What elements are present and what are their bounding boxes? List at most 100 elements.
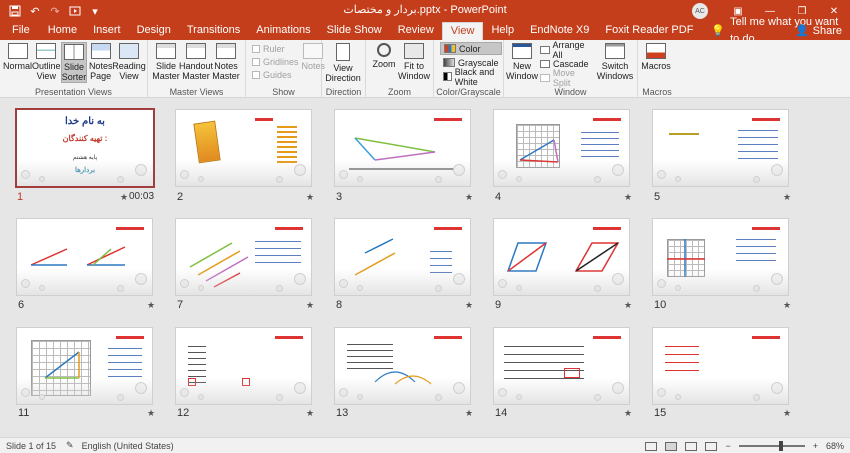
slide-thumbnail-2[interactable] bbox=[175, 109, 312, 187]
ribbon: Normal Outline View Slide Sorter Notes P… bbox=[0, 40, 850, 98]
tab-design[interactable]: Design bbox=[129, 22, 179, 40]
slide5-vector bbox=[669, 133, 699, 135]
tab-review[interactable]: Review bbox=[390, 22, 442, 40]
zoom-label: Zoom bbox=[372, 59, 396, 69]
group-label-direction: Direction bbox=[325, 87, 362, 97]
slide-thumbnail-7[interactable] bbox=[175, 218, 312, 296]
slide-thumbnail-14[interactable] bbox=[493, 327, 630, 405]
slide-thumbnail-5[interactable] bbox=[652, 109, 789, 187]
save-icon[interactable] bbox=[6, 2, 24, 20]
tab-file[interactable]: File bbox=[0, 22, 40, 40]
normal-view-status-icon[interactable] bbox=[645, 441, 658, 451]
slide-thumbnail-3[interactable] bbox=[334, 109, 471, 187]
tab-foxit[interactable]: Foxit Reader PDF bbox=[597, 22, 701, 40]
move-split-button[interactable]: Move Split bbox=[540, 68, 594, 88]
new-window-button[interactable]: New Window bbox=[506, 42, 538, 81]
macros-button[interactable]: Macros bbox=[641, 42, 671, 71]
slide-sorter-button[interactable]: Slide Sorter bbox=[60, 42, 88, 83]
group-direction: View Direction Direction bbox=[322, 40, 366, 98]
macros-label: Macros bbox=[641, 61, 671, 71]
water-drop-decoration bbox=[39, 394, 45, 400]
redo-icon[interactable]: ↷ bbox=[46, 2, 64, 20]
animation-star-icon: ★ bbox=[465, 408, 474, 418]
water-drop-decoration bbox=[39, 285, 45, 291]
reading-view-button[interactable]: Reading View bbox=[112, 42, 146, 81]
group-master-views: Slide Master Handout Master Notes Master… bbox=[148, 40, 246, 98]
zoom-out-button[interactable]: − bbox=[725, 441, 730, 451]
water-drop-decoration bbox=[594, 394, 601, 401]
gridlines-checkbox-box bbox=[252, 58, 260, 66]
slide-thumbnail-9[interactable] bbox=[493, 218, 630, 296]
outline-view-button[interactable]: Outline View bbox=[32, 42, 61, 81]
tab-view[interactable]: View bbox=[441, 22, 484, 40]
tab-endnote[interactable]: EndNote X9 bbox=[522, 22, 597, 40]
undo-icon[interactable]: ↶ bbox=[26, 2, 44, 20]
share-button[interactable]: 👤 Share bbox=[795, 22, 842, 40]
gridlines-checkbox[interactable]: Gridlines bbox=[252, 56, 299, 68]
avatar[interactable]: AC bbox=[692, 3, 708, 19]
slide-thumbnail-13[interactable] bbox=[334, 327, 471, 405]
tab-slide-show[interactable]: Slide Show bbox=[319, 22, 390, 40]
slide3-vectors bbox=[349, 137, 459, 170]
normal-view-button[interactable]: Normal bbox=[3, 42, 32, 71]
slide-thumbnail-15[interactable] bbox=[652, 327, 789, 405]
outline-label: Outline bbox=[32, 61, 61, 71]
handout-master-button[interactable]: Handout Master bbox=[178, 42, 214, 81]
tab-help[interactable]: Help bbox=[483, 22, 522, 40]
color-button[interactable]: Color bbox=[440, 42, 502, 55]
tab-home[interactable]: Home bbox=[40, 22, 85, 40]
slide-thumbnail-1[interactable]: به نام خدا تهیه کنندگان : پایه هشتم بردا… bbox=[15, 108, 155, 188]
guides-checkbox[interactable]: Guides bbox=[252, 69, 299, 81]
slide-number-15: 15 bbox=[654, 407, 667, 419]
slide7-text bbox=[255, 241, 301, 265]
handout-master-label: Handout bbox=[178, 61, 214, 71]
language-status[interactable]: English (United States) bbox=[82, 441, 174, 451]
water-drop-decoration bbox=[339, 170, 348, 179]
slide-number-3: 3 bbox=[336, 191, 343, 203]
black-and-white-label: Black and White bbox=[454, 66, 495, 87]
present-from-start-icon[interactable] bbox=[66, 2, 84, 20]
tab-transitions[interactable]: Transitions bbox=[179, 22, 248, 40]
animation-star-icon: ★ bbox=[624, 300, 633, 310]
animation-star-icon: ★ bbox=[306, 192, 315, 202]
view-direction-button[interactable]: View Direction bbox=[325, 42, 361, 83]
switch-windows-icon bbox=[605, 43, 625, 59]
slide-show-status-icon[interactable] bbox=[705, 441, 718, 451]
tab-insert[interactable]: Insert bbox=[85, 22, 129, 40]
zoom-slider-thumb[interactable] bbox=[778, 441, 783, 451]
notes-master-button[interactable]: Notes Master bbox=[211, 42, 241, 81]
black-and-white-button[interactable]: Black and White bbox=[440, 67, 502, 87]
share-label: Share bbox=[812, 24, 842, 37]
slide12-title bbox=[275, 336, 303, 339]
water-drop-decoration bbox=[339, 279, 348, 288]
reading-view-status-icon[interactable] bbox=[685, 441, 698, 451]
ruler-checkbox[interactable]: Ruler bbox=[252, 43, 299, 55]
water-drop-decoration bbox=[771, 273, 783, 285]
slide-thumbnail-10[interactable] bbox=[652, 218, 789, 296]
switch-windows-button[interactable]: Switch Windows bbox=[597, 42, 633, 81]
water-drop-decoration bbox=[21, 170, 30, 179]
slide-thumbnail-8[interactable] bbox=[334, 218, 471, 296]
water-drop-decoration bbox=[435, 285, 442, 292]
water-drop-decoration bbox=[657, 279, 666, 288]
slide-thumbnail-11[interactable] bbox=[16, 327, 153, 405]
zoom-button[interactable]: Zoom bbox=[369, 42, 399, 69]
zoom-slider[interactable] bbox=[738, 441, 805, 451]
zoom-level[interactable]: 68% bbox=[826, 441, 844, 451]
slide-thumbnail-6[interactable] bbox=[16, 218, 153, 296]
spell-check-icon[interactable]: ✎ bbox=[66, 440, 74, 451]
slide-thumbnail-12[interactable] bbox=[175, 327, 312, 405]
water-drop-decoration bbox=[339, 388, 348, 397]
slide-thumbnail-4[interactable] bbox=[493, 109, 630, 187]
slide-number-12: 12 bbox=[177, 407, 190, 419]
arrange-all-button[interactable]: Arrange All bbox=[540, 40, 594, 60]
fit-to-window-button[interactable]: Fit to Window bbox=[398, 42, 430, 81]
slide-count-status[interactable]: Slide 1 of 15 bbox=[0, 441, 56, 451]
view-direction-label: View bbox=[333, 63, 353, 73]
slide-sorter-status-icon[interactable] bbox=[665, 441, 678, 451]
notes-page-button[interactable]: Notes Page bbox=[87, 42, 114, 81]
zoom-in-button[interactable]: + bbox=[813, 441, 818, 451]
slide-master-button[interactable]: Slide Master bbox=[151, 42, 181, 81]
customize-icon[interactable]: ▾ bbox=[86, 2, 104, 20]
tab-animations[interactable]: Animations bbox=[248, 22, 318, 40]
